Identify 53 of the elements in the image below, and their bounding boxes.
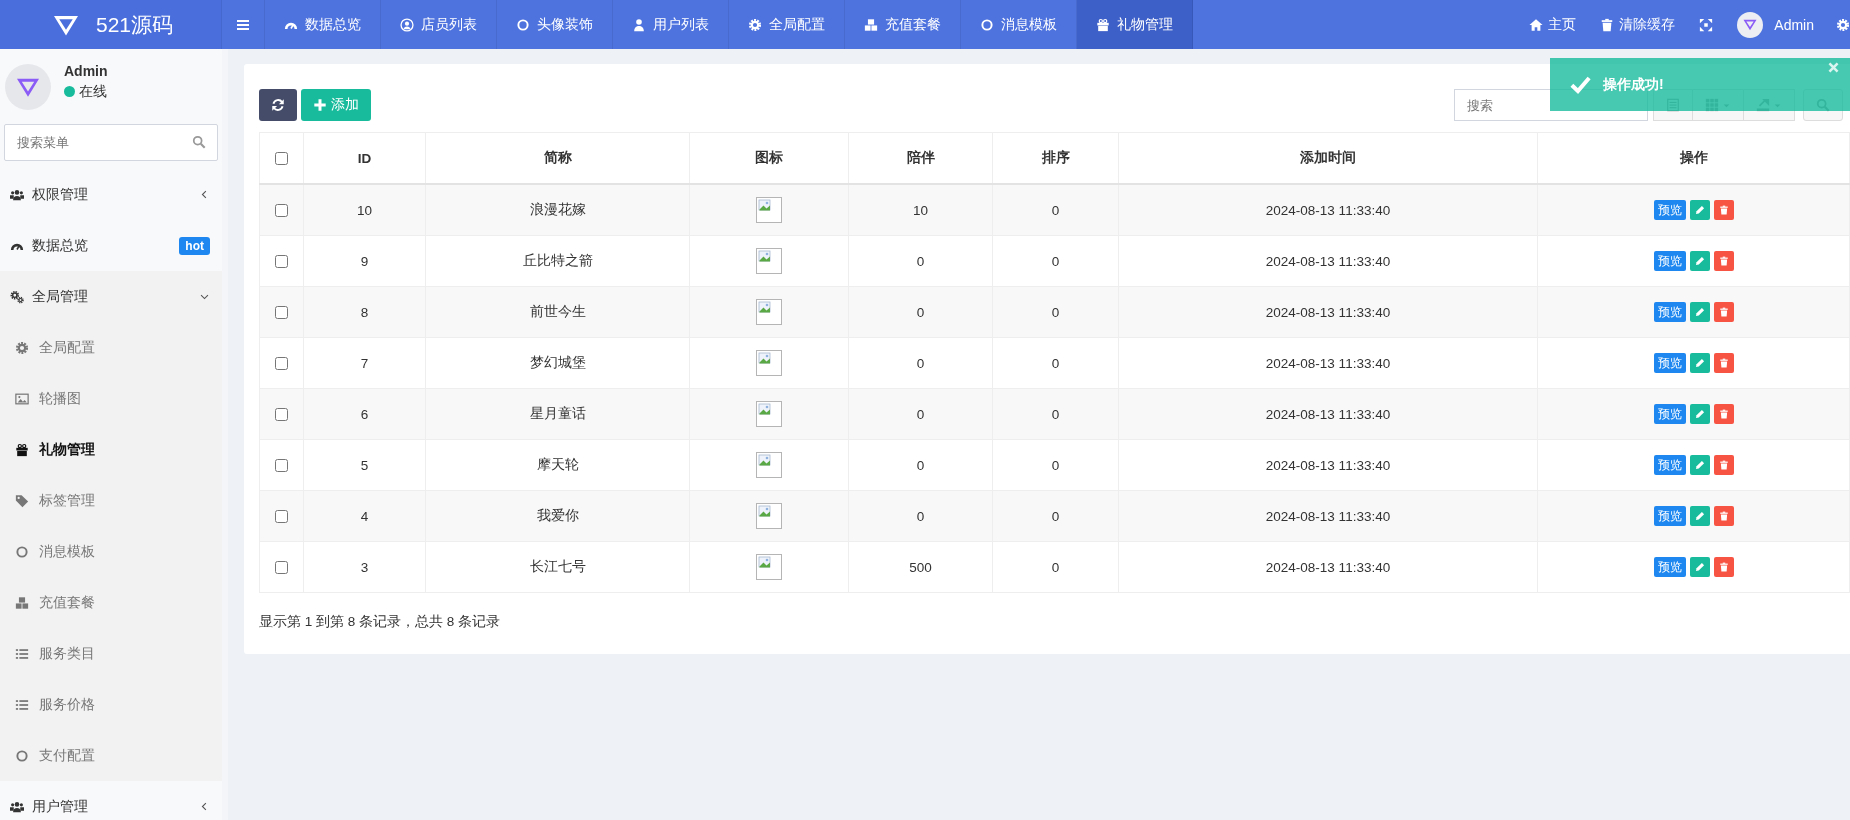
- pagination-summary: 显示第 1 到第 8 条记录，总共 8 条记录: [259, 613, 502, 631]
- hot-badge: hot: [179, 236, 210, 255]
- table-cell: 长江七号: [529, 559, 586, 574]
- table-cell: 0: [1051, 457, 1060, 473]
- table-cell: 5: [360, 457, 369, 473]
- table-cell: 2024-08-13 11:33:40: [1265, 304, 1391, 320]
- table-cell: 0: [1051, 406, 1060, 422]
- table-cell: 0: [916, 508, 925, 524]
- table-cell: 2024-08-13 11:33:40: [1265, 253, 1391, 269]
- table-cell: 2024-08-13 11:33:40: [1265, 406, 1391, 422]
- column-header: 操作: [1679, 150, 1708, 165]
- table-cell: 4: [360, 508, 369, 524]
- table-cell: 0: [916, 406, 925, 422]
- table-cell: 我爱你: [536, 508, 579, 523]
- table-cell: 0: [1051, 508, 1060, 524]
- table-cell: 8: [360, 304, 369, 320]
- table-cell: 0: [1051, 559, 1060, 575]
- column-header: ID: [357, 150, 372, 166]
- table-cell: 梦幻城堡: [529, 355, 586, 370]
- table-cell: 0: [916, 355, 925, 371]
- table-cell: 0: [916, 304, 925, 320]
- brand-name: 521源码: [95, 11, 173, 38]
- table-cell: 2024-08-13 11:33:40: [1265, 355, 1391, 371]
- table-cell: 2024-08-13 11:33:40: [1265, 202, 1391, 218]
- table-cell: 3: [360, 559, 369, 575]
- column-header: 添加时间: [1300, 150, 1356, 165]
- table-cell: 0: [916, 253, 925, 269]
- table-cell: 500: [909, 559, 932, 575]
- column-header: 排序: [1041, 150, 1070, 165]
- column-header: 陪伴: [906, 150, 935, 165]
- table-cell: 10: [913, 202, 928, 218]
- table-cell: 2024-08-13 11:33:40: [1265, 508, 1391, 524]
- table-cell: 0: [1051, 355, 1060, 371]
- column-header: 简称: [543, 150, 572, 165]
- user-status: 在线: [79, 82, 107, 101]
- user-name: Admin: [64, 62, 108, 79]
- table-cell: 2024-08-13 11:33:40: [1265, 457, 1391, 473]
- table-cell: 6: [360, 406, 369, 422]
- table-cell: 摩天轮: [536, 457, 579, 472]
- table-cell: 7: [360, 355, 369, 371]
- table-cell: 星月童话: [529, 406, 586, 421]
- column-header: 图标: [755, 150, 783, 165]
- table-cell: 0: [1051, 304, 1060, 320]
- table-cell: 0: [1051, 253, 1060, 269]
- table-cell: 丘比特之箭: [522, 253, 593, 268]
- toast-message: 操作成功!: [1603, 75, 1664, 94]
- table-cell: 浪漫花嫁: [529, 202, 586, 217]
- table-cell: 0: [1051, 202, 1060, 218]
- table-cell: 0: [916, 457, 925, 473]
- table-cell: 9: [360, 253, 369, 269]
- table-cell: 2024-08-13 11:33:40: [1265, 559, 1391, 575]
- table-cell: 前世今生: [529, 304, 586, 319]
- table-cell: 10: [357, 202, 372, 218]
